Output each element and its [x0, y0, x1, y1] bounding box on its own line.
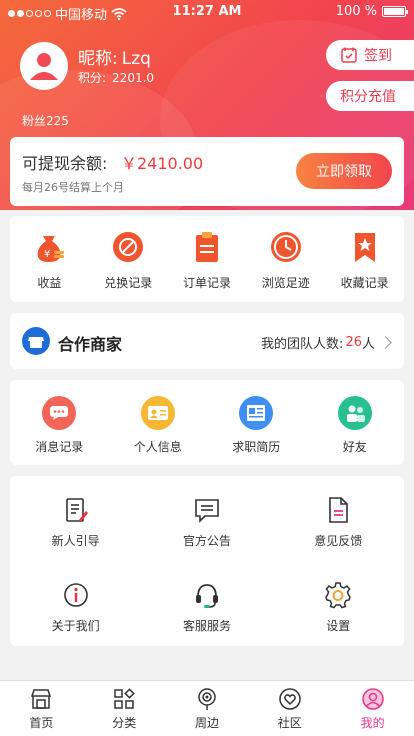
tab-category[interactable]: 分类 [83, 681, 166, 736]
balance-value: ￥2410.00 [121, 154, 204, 173]
nickname-label: 昵称: [78, 49, 118, 69]
tab-nearby[interactable]: 周边 [166, 681, 249, 736]
balance-label: 可提现余额: [22, 154, 108, 173]
tools-label: 意见反馈 [314, 534, 363, 548]
chevron-right-icon [379, 336, 392, 349]
guide-icon [65, 498, 88, 522]
tools-item-guide[interactable]: 新人引导 [10, 476, 141, 558]
fans-count[interactable]: 粉丝225 [22, 112, 69, 129]
points: 积分: 2201.0 [78, 69, 154, 86]
team-label: 我的团队人数: [261, 337, 344, 352]
community-icon [279, 688, 301, 710]
status-bar: 中国移动 11:27 AM 100 % [0, 0, 414, 24]
tab-community[interactable]: 社区 [248, 681, 331, 736]
clipboard-icon [195, 232, 218, 262]
checkin-button[interactable]: 签到 [326, 40, 414, 70]
tab-label: 分类 [112, 716, 137, 730]
recharge-label: 积分充值 [340, 89, 396, 105]
tools-item-settings[interactable]: 设置 [273, 561, 404, 643]
services-label: 求职简历 [232, 440, 281, 454]
tab-label: 社区 [277, 716, 302, 730]
tools-label: 客服服务 [182, 619, 231, 633]
team-number: 26 [345, 335, 362, 350]
tools-item-about[interactable]: 关于我们 [10, 561, 141, 643]
location-icon [198, 688, 216, 710]
services-item-resume[interactable]: 求职简历 [207, 380, 306, 465]
points-label: 积分: [78, 71, 107, 85]
balance-card: 可提现余额: ￥2410.00 每月26号结算上个月 立即领取 [10, 137, 404, 206]
quick-menu-item-orders[interactable]: 订单记录 [168, 216, 247, 302]
claim-button[interactable]: 立即领取 [296, 153, 392, 189]
info-icon [63, 583, 88, 607]
nickname-value: Lzq [121, 49, 151, 69]
tab-home[interactable]: 首页 [0, 681, 83, 736]
tab-label: 我的 [360, 716, 385, 730]
services-label: 消息记录 [35, 440, 84, 454]
balance-note: 每月26号结算上个月 [22, 181, 124, 194]
tools-label: 设置 [326, 619, 351, 633]
battery-icon [382, 6, 408, 17]
calendar-check-icon [341, 47, 357, 63]
nickname: 昵称: Lzq [78, 44, 151, 69]
tools-label: 关于我们 [51, 619, 100, 633]
tab-mine[interactable]: 我的 [331, 681, 414, 736]
tools-item-feedback[interactable]: 意见反馈 [273, 476, 404, 558]
quick-menu-label: 收藏记录 [340, 276, 389, 290]
friends-icon [337, 396, 372, 430]
money-bag-icon: ¥ [38, 236, 65, 262]
tools-label: 新人引导 [51, 534, 100, 548]
quick-menu-item-history[interactable]: 浏览足迹 [246, 216, 325, 302]
quick-menu-item-exchange[interactable]: 兑换记录 [89, 216, 168, 302]
id-card-icon [140, 396, 175, 430]
quick-menu: ¥ 收益 兑换记录 订单记录 浏览足迹 收藏记录 [10, 216, 404, 302]
tools-item-announcement[interactable]: 官方公告 [141, 476, 272, 558]
avatar[interactable] [20, 42, 68, 90]
services-label: 个人信息 [133, 440, 182, 454]
services-menu: 消息记录 个人信息 求职简历 好友 [10, 380, 404, 465]
quick-menu-label: 订单记录 [182, 276, 231, 290]
services-item-friends[interactable]: 好友 [306, 380, 405, 465]
tools-label: 官方公告 [182, 534, 231, 548]
announcement-icon [195, 499, 219, 523]
services-item-profile[interactable]: 个人信息 [109, 380, 208, 465]
quick-menu-label: 浏览足迹 [261, 276, 310, 290]
bookmark-icon [354, 233, 375, 262]
tools-item-support[interactable]: 客服服务 [141, 561, 272, 643]
battery-percent: 100 % [335, 4, 377, 19]
tab-label: 周边 [194, 716, 219, 730]
tab-label: 首页 [29, 716, 54, 730]
checkin-label: 签到 [364, 48, 392, 64]
shop-icon [31, 689, 52, 709]
quick-menu-label: 收益 [37, 276, 62, 290]
team-count: 我的团队人数: 26 人 [261, 333, 392, 352]
headset-icon [195, 584, 218, 608]
quick-menu-item-income[interactable]: ¥ 收益 [10, 216, 89, 302]
exchange-icon [113, 232, 144, 262]
quick-menu-item-favorites[interactable]: 收藏记录 [325, 216, 404, 302]
points-recharge-button[interactable]: 积分充值 [326, 81, 414, 111]
team-unit: 人 [361, 337, 375, 352]
quick-menu-label: 兑换记录 [104, 276, 153, 290]
user-icon [361, 688, 384, 710]
svg-text:¥: ¥ [44, 249, 50, 260]
bottom-tab-bar: 首页 分类 周边 社区 我的 [0, 680, 414, 736]
feedback-icon [329, 497, 349, 523]
message-icon [42, 396, 77, 430]
category-icon [114, 688, 135, 709]
clock-icon [270, 232, 301, 262]
tools-menu: 新人引导 官方公告 意见反馈 关于我们 客服服务 设置 [10, 476, 404, 646]
partner-title: 合作商家 [58, 335, 123, 354]
services-item-messages[interactable]: 消息记录 [10, 380, 109, 465]
points-value: 2201.0 [112, 71, 155, 85]
services-label: 好友 [342, 440, 367, 454]
gear-icon [325, 582, 352, 609]
avatar-user-icon [21, 43, 67, 89]
resume-icon [239, 396, 274, 430]
partner-merchants-row[interactable]: 合作商家 我的团队人数: 26 人 [10, 313, 404, 369]
store-icon [22, 327, 50, 355]
